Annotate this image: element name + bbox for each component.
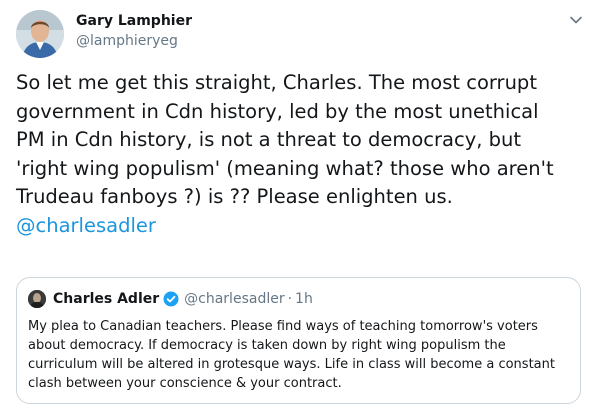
quoted-text-line: clash between your conscience & your con…	[28, 376, 342, 391]
tweet-text-line: 'right wing populism' (meaning what? tho…	[16, 156, 554, 180]
quoted-author-avatar	[28, 290, 46, 308]
tweet-text-line: Trudeau fanboys ?) is ?? Please enlighte…	[16, 185, 453, 209]
quoted-tweet-text: My plea to Canadian teachers. Please fin…	[28, 317, 573, 393]
tweet-text-line: government in Cdn history, led by the mo…	[16, 99, 539, 123]
tweet-text: So let me get this straight, Charles. Th…	[16, 69, 591, 241]
quoted-text-line: about democracy. If democracy is taken d…	[28, 338, 506, 353]
separator-dot: ·	[287, 291, 293, 307]
quoted-text-line: curriculum will be altered in grotesque …	[28, 357, 555, 372]
quoted-tweet-header: Charles Adler @charlesadler · 1h	[53, 290, 313, 308]
mention-link[interactable]: @charlesadler	[16, 214, 156, 237]
quoted-author-handle: @charlesadler	[184, 291, 285, 307]
quoted-text-line: My plea to Canadian teachers. Please fin…	[28, 319, 538, 334]
author-name[interactable]: Gary Lamphier	[76, 13, 192, 29]
verified-badge-icon	[163, 291, 179, 307]
quoted-tweet-timestamp: 1h	[295, 291, 313, 307]
author-avatar[interactable]	[16, 10, 64, 58]
author-handle[interactable]: @lamphieryeg	[76, 33, 178, 49]
chevron-down-icon[interactable]	[568, 12, 584, 28]
quoted-author-name: Charles Adler	[53, 291, 160, 307]
quoted-tweet-card[interactable]: Charles Adler @charlesadler · 1h My plea…	[16, 277, 581, 404]
tweet-text-line: So let me get this straight, Charles. Th…	[16, 71, 537, 94]
tweet-text-line: PM in Cdn history, is not a threat to de…	[16, 128, 522, 152]
